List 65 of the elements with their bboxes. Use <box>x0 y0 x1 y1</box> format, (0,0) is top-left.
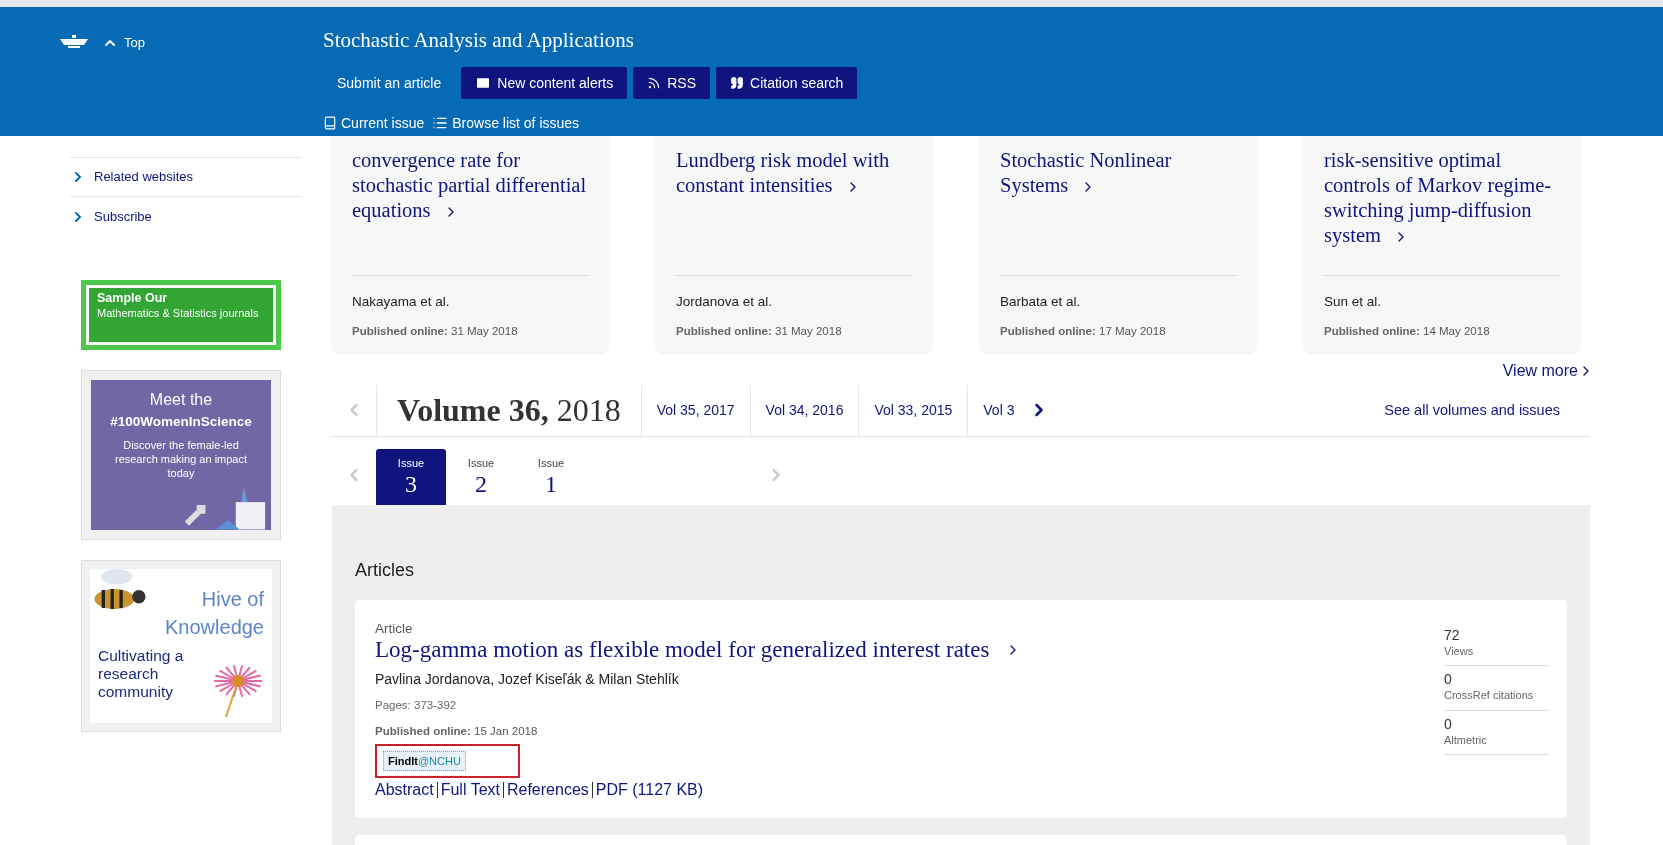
hive-of-knowledge-banner[interactable]: Hive of Knowledge Cultivating a research community <box>81 560 281 732</box>
article-card-title[interactable]: convergence rate for stochastic partial differential equations <box>352 148 588 223</box>
article-card-authors: Nakayama et al. <box>352 292 451 311</box>
current-volume: Volume 36, 2018 <box>376 385 641 436</box>
envelope-icon <box>475 75 492 91</box>
article-link[interactable]: Abstract <box>375 778 434 802</box>
metric-label: CrossRef citations <box>1444 688 1535 703</box>
issue-tab[interactable]: Issue 3 <box>376 448 446 505</box>
metric-value: 72 <box>1444 627 1461 643</box>
metric-value: 0 <box>1444 672 1453 687</box>
banner-text: Mathematics & Statistics journals <box>97 306 260 319</box>
banner-text: Cultivating a research community <box>98 647 185 701</box>
banner-text: Discover the female-led research making an impact today <box>113 438 249 481</box>
see-all-volumes-link[interactable]: See all volumes and issues <box>1384 399 1560 422</box>
metric-label: Views <box>1444 643 1475 659</box>
journal-title: Stochastic Analysis and Applications <box>323 27 635 54</box>
article-link[interactable]: References <box>506 778 589 802</box>
banner-heading: Hive of Knowledge <box>164 587 264 640</box>
women-in-science-banner[interactable]: Meet the #100WomenInScience Discover the female-led research making an impact today <box>81 370 281 540</box>
top-link[interactable]: Top <box>102 33 145 53</box>
published-date: Published online: 17 May 2018 <box>1000 323 1167 339</box>
volume-tab[interactable]: Vol 33, 2015 <box>858 385 968 436</box>
banner-heading: Meet the <box>149 390 213 410</box>
article-card-title[interactable]: Lundberg risk model with constant intensities <box>676 148 912 198</box>
article-authors: Pavlina Jordanova, Jozef Kiseľák & Milan Stehlík <box>375 669 679 689</box>
article-card-title[interactable]: Stochastic Nonlinear Systems <box>1000 148 1236 198</box>
article-card-authors: Jordanova et al. <box>676 292 774 311</box>
metric-label: Altmetric <box>1444 732 1488 748</box>
article-card-title[interactable]: risk-sensitive optimal controls of Markov regime-switching jump-diffusion system <box>1324 148 1560 248</box>
article-card-authors: Barbata et al. <box>1000 292 1082 311</box>
sidebar-link[interactable]: Subscribe <box>70 197 302 236</box>
header-button[interactable]: RSS <box>633 67 711 99</box>
article-title[interactable]: Log-gamma motion as flexible model for generalized interest rates <box>375 635 1022 664</box>
banner-hashtag: #100WomenInScience <box>110 413 252 431</box>
rss-icon <box>647 76 662 90</box>
published-date: Published online: 31 May 2018 <box>352 323 519 339</box>
published-date: Published online: 31 May 2018 <box>676 323 843 339</box>
article-link[interactable]: PDF (1127 KB) <box>595 778 704 802</box>
issue-tab[interactable]: Issue 2 <box>446 448 516 505</box>
article-link[interactable]: Full Text <box>440 778 500 802</box>
header-button[interactable]: Citation search <box>716 67 858 99</box>
book-icon <box>323 116 337 130</box>
volume-tab[interactable]: Vol 35, 2017 <box>640 385 750 436</box>
metric-value: 0 <box>1444 716 1453 732</box>
volume-tab[interactable]: Vol 34, 2016 <box>749 385 859 436</box>
quote-icon <box>730 76 745 90</box>
findit-badge[interactable]: FindIt@NCHU <box>383 751 466 771</box>
article-type: Article <box>375 621 413 636</box>
published-date: Published online: 15 Jan 2018 <box>375 723 538 739</box>
sidebar-link[interactable]: Related websites <box>70 158 302 197</box>
list-icon <box>432 115 449 131</box>
articles-heading: Articles <box>355 558 415 582</box>
issue-link[interactable]: Browse list of issues <box>432 112 580 134</box>
header-button[interactable]: New content alerts <box>461 67 628 99</box>
submit-article-link[interactable]: Submit an article <box>323 65 456 101</box>
bee-drawing <box>92 569 148 609</box>
view-more-link[interactable]: View more <box>1502 359 1594 383</box>
volume-tab[interactable]: Vol 3 <box>967 385 1030 436</box>
article-pages: Pages: 373-392 <box>375 697 457 713</box>
teapot-logo-icon <box>58 33 90 49</box>
published-date: Published online: 14 May 2018 <box>1324 323 1491 339</box>
banner-heading: Sample Our <box>97 291 169 307</box>
issue-tab[interactable]: Issue 1 <box>516 448 586 505</box>
issue-link[interactable]: Current issue <box>323 112 425 134</box>
article-card-authors: Sun et al. <box>1324 292 1383 311</box>
